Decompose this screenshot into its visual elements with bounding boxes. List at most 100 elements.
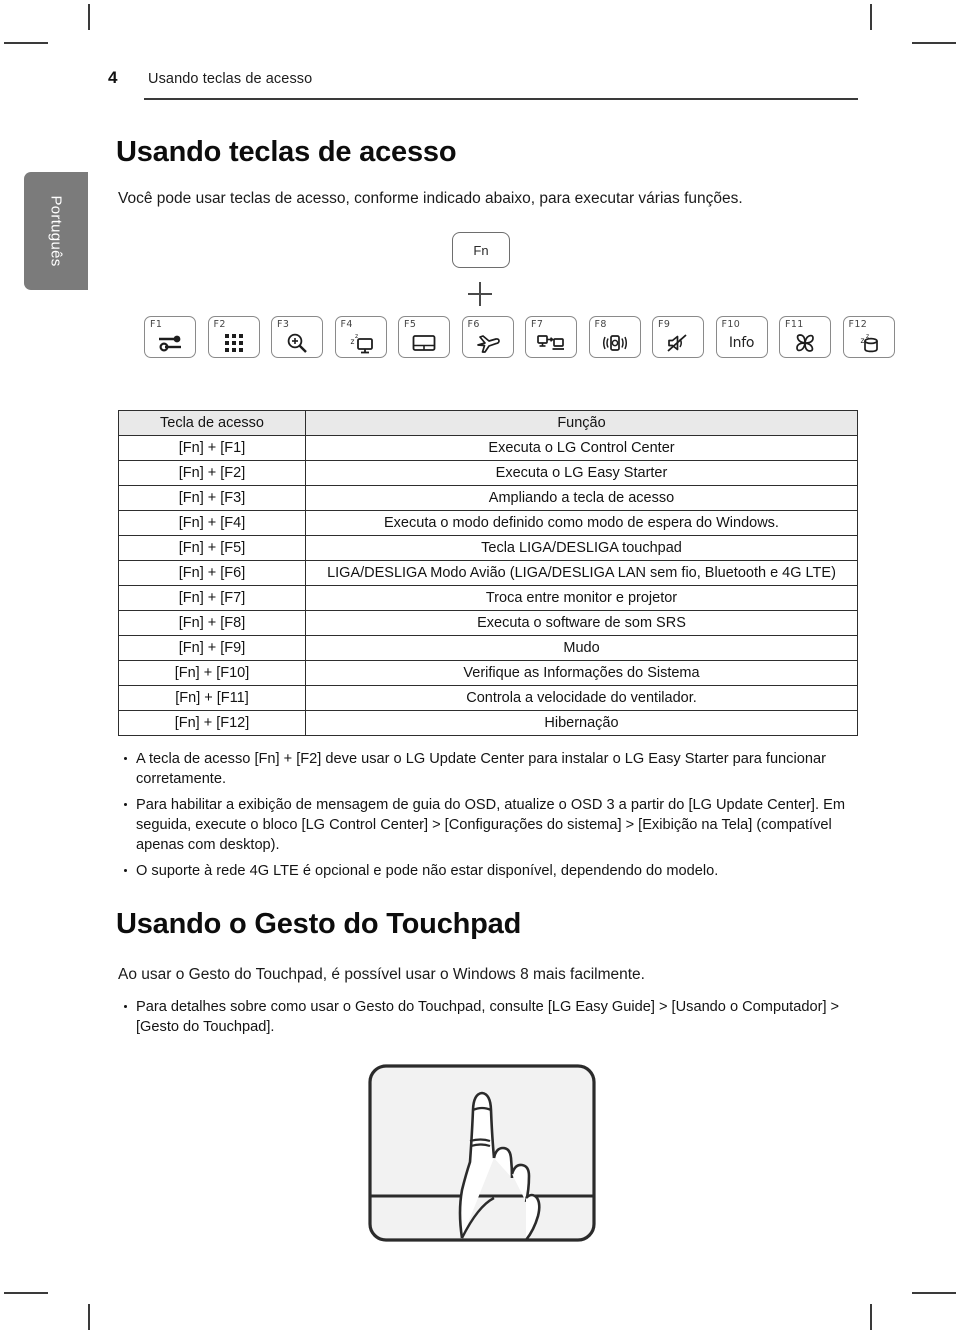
- hibernate-icon: z z: [844, 331, 894, 355]
- cell-function: Executa o modo definido como modo de esp…: [305, 510, 858, 536]
- function-key-f4-label: F4: [340, 319, 353, 330]
- language-side-tab: Português: [24, 172, 88, 290]
- magnifier-zoom-in-icon: [272, 331, 322, 355]
- page-number: 4: [108, 68, 118, 87]
- page-title: Usando teclas de acesso: [116, 136, 457, 168]
- cell-function: Executa o LG Control Center: [305, 435, 858, 461]
- table-row: [Fn] + [F12] Hibernação: [118, 710, 858, 736]
- cell-function: Hibernação: [305, 710, 858, 736]
- hotkey-diagram: Fn F1 F2 F3 F4 z z F5 F6 F7 F8 F9 F10 In…: [116, 228, 895, 378]
- function-key-f1: F1: [144, 316, 196, 358]
- fn-key-label: Fn: [473, 242, 489, 258]
- note-item: Para detalhes sobre como usar o Gesto do…: [122, 998, 858, 1037]
- crop-mark-top-left-horizontal: [4, 42, 48, 44]
- hotkeys-lead-text: Você pode usar teclas de acesso, conform…: [118, 190, 743, 207]
- cell-key: [Fn] + [F7]: [118, 585, 306, 611]
- crop-mark-bottom-right-horizontal: [912, 1292, 956, 1294]
- running-header: 4 Usando teclas de acesso: [108, 68, 858, 102]
- function-key-f5: F5: [398, 316, 450, 358]
- cell-key: [Fn] + [F6]: [118, 560, 306, 586]
- function-key-f9: F9: [652, 316, 704, 358]
- function-key-f10-label: F10: [721, 319, 741, 330]
- cell-key: [Fn] + [F5]: [118, 535, 306, 561]
- hotkey-table: Tecla de acesso Função [Fn] + [F1] Execut…: [118, 410, 858, 736]
- function-key-f3: F3: [271, 316, 323, 358]
- mute-speaker-icon: [653, 331, 703, 355]
- function-key-f7: F7: [525, 316, 577, 358]
- table-row: [Fn] + [F5] Tecla LIGA/DESLIGA touchpad: [118, 535, 858, 561]
- cell-key: [Fn] + [F3]: [118, 485, 306, 511]
- manual-page: 4 Usando teclas de acesso Português Usan…: [0, 0, 960, 1334]
- function-key-f2: F2: [207, 316, 260, 358]
- function-key-f11-label: F11: [785, 319, 804, 330]
- monitor-projector-switch-icon: [526, 331, 576, 355]
- crop-mark-top-left-vertical: [88, 4, 90, 30]
- sound-srs-icon: [590, 331, 640, 355]
- function-key-f1-label: F1: [150, 319, 163, 330]
- cell-key: [Fn] + [F4]: [118, 510, 306, 536]
- cell-function: Troca entre monitor e projetor: [305, 585, 858, 611]
- function-key-f2-label: F2: [213, 319, 226, 330]
- cell-function: Controla a velocidade do ventilador.: [305, 685, 858, 711]
- cell-key: [Fn] + [F12]: [118, 710, 306, 736]
- cell-function: LIGA/DESLIGA Modo Avião (LIGA/DESLIGA LA…: [305, 560, 858, 586]
- crop-mark-bottom-left-vertical: [88, 1304, 90, 1330]
- function-key-f5-label: F5: [404, 319, 417, 330]
- column-header-key: Tecla de acesso: [118, 410, 306, 436]
- touchpad-icon: [399, 331, 449, 355]
- info-label: Info: [728, 335, 755, 351]
- function-key-f12: F12 z z: [842, 316, 895, 358]
- svg-text:z: z: [355, 333, 358, 340]
- table-row: [Fn] + [F10] Verifique as Informações do …: [118, 660, 858, 686]
- function-key-f7-label: F7: [531, 319, 544, 330]
- plus-icon: [468, 282, 492, 306]
- monitor-sleep-icon: z z: [336, 331, 386, 355]
- cell-key: [Fn] + [F11]: [118, 685, 306, 711]
- gesture-lead-text: Ao usar o Gesto do Touchpad, é possível …: [118, 966, 645, 983]
- cell-key: [Fn] + [F2]: [118, 460, 306, 486]
- table-row: [Fn] + [F4] Executa o modo definido como …: [118, 510, 858, 536]
- function-key-f8-label: F8: [594, 319, 607, 330]
- cell-key: [Fn] + [F8]: [118, 610, 306, 636]
- note-item: O suporte à rede 4G LTE é opcional e pod…: [122, 862, 858, 882]
- table-row: [Fn] + [F9] Mudo: [118, 635, 858, 661]
- note-item: A tecla de acesso [Fn] + [F2] deve usar …: [122, 750, 858, 789]
- table-row: [Fn] + [F6] LIGA/DESLIGA Modo Avião (LIGA…: [118, 560, 858, 586]
- cell-function: Verifique as Informações do Sistema: [305, 660, 858, 686]
- function-key-f12-label: F12: [848, 319, 868, 330]
- crop-mark-bottom-right-vertical: [870, 1304, 872, 1330]
- column-header-function: Função: [305, 410, 858, 436]
- table-header-row: Tecla de acesso Função: [118, 410, 858, 436]
- crop-mark-top-right-vertical: [870, 4, 872, 30]
- info-text-icon: Info: [717, 331, 767, 355]
- cell-key: [Fn] + [F10]: [118, 660, 306, 686]
- svg-text:z: z: [866, 333, 869, 340]
- cell-function: Ampliando a tecla de acesso: [305, 485, 858, 511]
- table-row: [Fn] + [F11] Controla a velocidade do ven…: [118, 685, 858, 711]
- gesture-section-title: Usando o Gesto do Touchpad: [116, 908, 522, 940]
- cell-key: [Fn] + [F9]: [118, 635, 306, 661]
- table-row: [Fn] + [F1] Executa o LG Control Center: [118, 435, 858, 461]
- crop-mark-top-right-horizontal: [912, 42, 956, 44]
- function-key-row: F1 F2 F3 F4 z z F5 F6 F7 F8 F9 F10 Info …: [144, 316, 895, 358]
- settings-sliders-icon: [145, 331, 195, 355]
- table-row: [Fn] + [F8] Executa o software de som SRS: [118, 610, 858, 636]
- cell-function: Executa o software de som SRS: [305, 610, 858, 636]
- function-key-f9-label: F9: [658, 319, 671, 330]
- function-key-f8: F8: [588, 316, 641, 358]
- touchpad-gesture-illustration: [366, 1062, 598, 1244]
- function-key-f10: F10 Info: [715, 316, 768, 358]
- note-item: Para habilitar a exibição de mensagem de…: [122, 796, 858, 855]
- hotkey-notes: A tecla de acesso [Fn] + [F2] deve usar …: [122, 750, 858, 889]
- function-key-f3-label: F3: [277, 319, 290, 330]
- svg-text:z: z: [350, 337, 354, 346]
- table-row: [Fn] + [F7] Troca entre monitor e projeto…: [118, 585, 858, 611]
- header-rule: [144, 98, 858, 100]
- fn-key: Fn: [452, 232, 510, 268]
- function-key-f6: F6: [461, 316, 514, 358]
- cell-key: [Fn] + [F1]: [118, 435, 306, 461]
- gesture-notes: Para detalhes sobre como usar o Gesto do…: [122, 998, 858, 1044]
- function-key-f6-label: F6: [467, 319, 480, 330]
- function-key-f4: F4 z z: [334, 316, 387, 358]
- cell-function: Mudo: [305, 635, 858, 661]
